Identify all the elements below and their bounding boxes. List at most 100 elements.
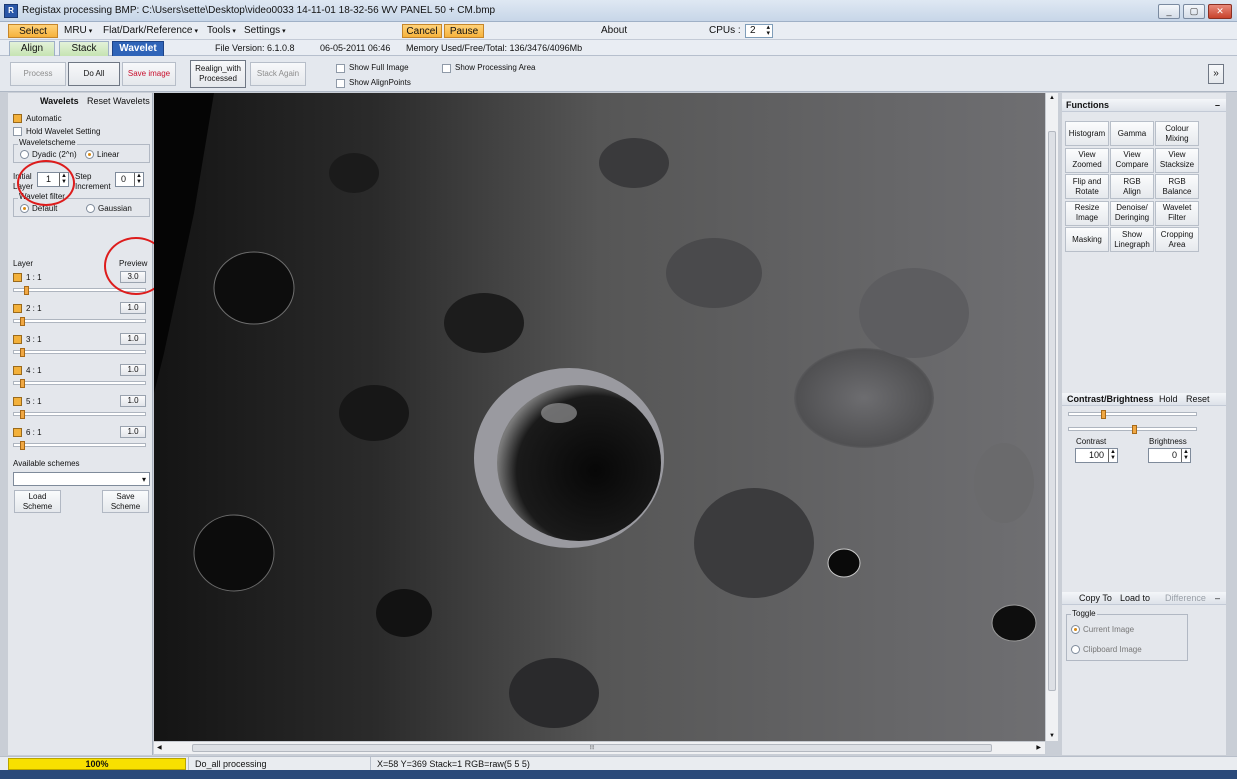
show-processing-area-checkbox[interactable] (442, 64, 451, 73)
function-button-colour-mixing[interactable]: Colour Mixing (1155, 121, 1199, 146)
save-image-button[interactable]: Save image (122, 62, 176, 86)
layer-sharpen-slider[interactable] (13, 317, 146, 326)
layer-preview-button[interactable]: 1.0 (120, 333, 146, 345)
function-button-view-compare[interactable]: View Compare (1110, 147, 1154, 173)
contrast-brightness-title: Contrast/Brightness (1067, 394, 1154, 404)
horizontal-scrollbar[interactable]: ◀ ⦙⦙⦙ ▶ (154, 741, 1045, 754)
menu-tools[interactable]: Tools ▾ (207, 24, 236, 38)
tab-stack[interactable]: Stack (59, 41, 109, 56)
gaussian-filter-radio[interactable] (86, 204, 95, 213)
cpus-stepper[interactable]: 2 ▴ ▾ (745, 24, 773, 38)
layer-checkbox[interactable] (13, 304, 22, 313)
layer-sharpen-slider[interactable] (13, 410, 146, 419)
vertical-scroll-thumb[interactable] (1048, 131, 1056, 691)
save-scheme-button[interactable]: Save Scheme (102, 490, 149, 513)
tab-align[interactable]: Align (9, 41, 55, 56)
function-button-wavelet-filter[interactable]: Wavelet Filter (1155, 200, 1199, 226)
layer-checkbox[interactable] (13, 397, 22, 406)
show-full-image-checkbox[interactable] (336, 64, 345, 73)
layer-checkbox[interactable] (13, 335, 22, 344)
layer-sharpen-slider[interactable] (13, 441, 146, 450)
dyadic-radio[interactable] (20, 150, 29, 159)
clipboard-image-radio[interactable] (1071, 645, 1080, 654)
layer-preview-button[interactable]: 1.0 (120, 302, 146, 314)
scroll-right-icon[interactable]: ▶ (1036, 744, 1041, 751)
available-schemes-select[interactable]: ▾ (13, 472, 150, 486)
stack-again-button[interactable]: Stack Again (250, 62, 306, 86)
brightness-slider[interactable] (1068, 425, 1197, 434)
collapse-icon[interactable]: – (1215, 592, 1220, 605)
default-filter-radio[interactable] (20, 204, 29, 213)
contrast-reset-button[interactable]: Reset (1186, 393, 1210, 406)
function-button-view-stacksize[interactable]: View Stacksize (1155, 147, 1199, 173)
contrast-slider[interactable] (1068, 410, 1197, 419)
function-button-rgb-align[interactable]: RGB Align (1110, 174, 1154, 199)
layer-slider-thumb[interactable] (20, 410, 25, 419)
scroll-up-icon[interactable]: ▲ (1047, 95, 1057, 101)
current-image-radio[interactable] (1071, 625, 1080, 634)
collapse-icon[interactable]: – (1215, 99, 1220, 112)
function-button-view-zoomed[interactable]: View Zoomed (1065, 147, 1109, 173)
layer-slider-thumb[interactable] (20, 348, 25, 357)
contrast-hold-button[interactable]: Hold (1159, 393, 1178, 406)
do-all-button[interactable]: Do All (68, 62, 120, 86)
function-button-line: Show (1121, 229, 1142, 239)
layer-slider-thumb[interactable] (20, 441, 25, 450)
tab-wavelet[interactable]: Wavelet (112, 41, 164, 56)
minimize-button[interactable]: _ (1158, 4, 1180, 19)
realign-with-processed-button[interactable]: Realign_with Processed (190, 60, 246, 88)
layer-slider-thumb[interactable] (20, 379, 25, 388)
function-button-cropping-area[interactable]: Cropping Area (1155, 227, 1199, 252)
function-button-histogram[interactable]: Histogram (1065, 121, 1109, 146)
reset-wavelets-button[interactable]: Reset Wavelets (87, 96, 150, 106)
function-button-show-linegraph[interactable]: Show Linegraph (1110, 227, 1154, 252)
layer-preview-button[interactable]: 1.0 (120, 364, 146, 376)
menu-about[interactable]: About (601, 24, 627, 38)
load-to-button[interactable]: Load to (1120, 592, 1150, 605)
layer-preview-button[interactable]: 1.0 (120, 395, 146, 407)
function-button-flip-and-rotate[interactable]: Flip and Rotate (1065, 174, 1109, 199)
automatic-checkbox[interactable] (13, 114, 22, 123)
linear-radio[interactable] (85, 150, 94, 159)
menu-flat-dark-reference[interactable]: Flat/Dark/Reference ▾ (103, 24, 198, 38)
layer-checkbox[interactable] (13, 273, 22, 282)
load-scheme-button[interactable]: Load Scheme (14, 490, 61, 513)
show-alignpoints-checkbox[interactable] (336, 79, 345, 88)
layer-sharpen-slider[interactable] (13, 348, 146, 357)
copy-to-button[interactable]: Copy To (1079, 592, 1112, 605)
menu-settings[interactable]: Settings ▾ (244, 24, 286, 38)
function-button-denoise-deringing[interactable]: Denoise/Deringing (1110, 200, 1154, 226)
scroll-left-icon[interactable]: ◀ (157, 744, 162, 751)
layer-slider-thumb[interactable] (20, 317, 25, 326)
pause-button[interactable]: Pause (444, 24, 484, 38)
layer-preview-button[interactable]: 1.0 (120, 426, 146, 438)
function-button-gamma[interactable]: Gamma (1110, 121, 1154, 146)
layer-checkbox[interactable] (13, 428, 22, 437)
function-button-masking[interactable]: Masking (1065, 227, 1109, 252)
layer-sharpen-slider[interactable] (13, 379, 146, 388)
contrast-stepper[interactable]: 100 ▲ ▼ (1075, 448, 1118, 463)
process-button[interactable]: Process (10, 62, 66, 86)
processed-image-view[interactable] (154, 93, 1045, 741)
chevron-down-icon: ▾ (232, 28, 236, 35)
difference-button[interactable]: Difference (1165, 592, 1206, 605)
cancel-button[interactable]: Cancel (402, 24, 442, 38)
close-button[interactable]: ✕ (1208, 4, 1232, 19)
step-increment-stepper[interactable]: 0 ▲ ▼ (115, 172, 144, 187)
vertical-scrollbar[interactable]: ▲ ▼ (1045, 93, 1058, 741)
menu-mru[interactable]: MRU ▾ (64, 24, 92, 38)
function-button-rgb-balance[interactable]: RGB Balance (1155, 174, 1199, 199)
scroll-down-icon[interactable]: ▼ (1047, 733, 1057, 739)
expand-panel-button[interactable]: » (1208, 64, 1224, 84)
hold-wavelet-checkbox[interactable] (13, 127, 22, 136)
brightness-stepper[interactable]: 0 ▲ ▼ (1148, 448, 1191, 463)
layer-slider-thumb[interactable] (24, 286, 29, 295)
step-label-1: Step (75, 172, 92, 181)
contrast-slider-thumb[interactable] (1101, 410, 1106, 419)
layer-checkbox[interactable] (13, 366, 22, 375)
select-button[interactable]: Select (8, 24, 58, 38)
function-button-resize-image[interactable]: Resize Image (1065, 200, 1109, 226)
horizontal-scroll-thumb[interactable]: ⦙⦙⦙ (192, 744, 992, 752)
maximize-button[interactable]: ▢ (1183, 4, 1205, 19)
brightness-slider-thumb[interactable] (1132, 425, 1137, 434)
